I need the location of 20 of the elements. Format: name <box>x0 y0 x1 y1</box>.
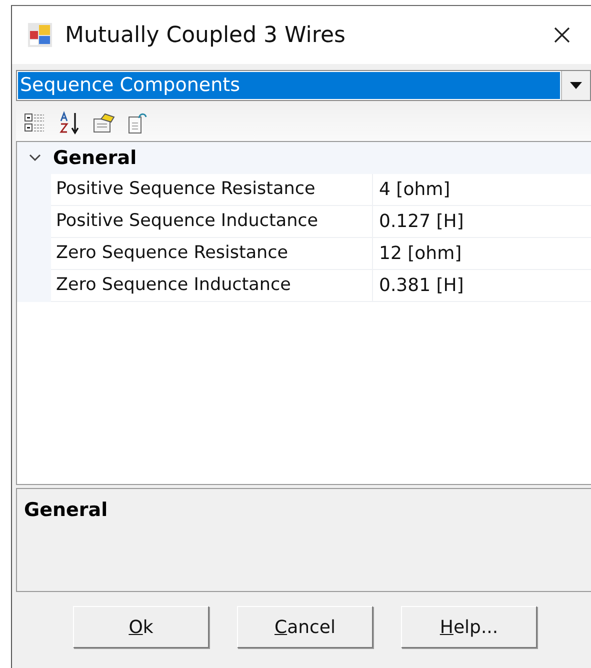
property-value[interactable]: 0.381 [H] <box>373 270 591 302</box>
dropdown-arrow-icon <box>570 82 582 89</box>
property-value[interactable]: 0.127 [H] <box>373 206 591 238</box>
property-name[interactable]: Zero Sequence Resistance <box>51 238 373 270</box>
dialog-button[interactable]: Ok <box>73 606 209 648</box>
app-icon <box>27 22 53 48</box>
chevron-icon[interactable] <box>29 154 41 162</box>
property-value[interactable]: 12 [ohm] <box>373 238 591 270</box>
dialog-button[interactable]: Help... <box>401 606 537 648</box>
property-page-icon <box>92 111 116 135</box>
property-name[interactable]: Zero Sequence Inductance <box>51 270 373 302</box>
close-icon <box>553 26 571 44</box>
object-dropdown[interactable]: Sequence Components <box>16 70 591 101</box>
category-label[interactable]: General <box>53 147 137 169</box>
description-title: General <box>24 499 108 521</box>
property-name[interactable]: Positive Sequence Inductance <box>51 206 373 238</box>
property-name[interactable]: Positive Sequence Resistance <box>51 174 373 206</box>
property-value[interactable]: 4 [ohm] <box>373 174 591 206</box>
dialog-button[interactable]: Cancel <box>237 606 373 648</box>
window-title: Mutually Coupled 3 Wires <box>65 22 346 48</box>
